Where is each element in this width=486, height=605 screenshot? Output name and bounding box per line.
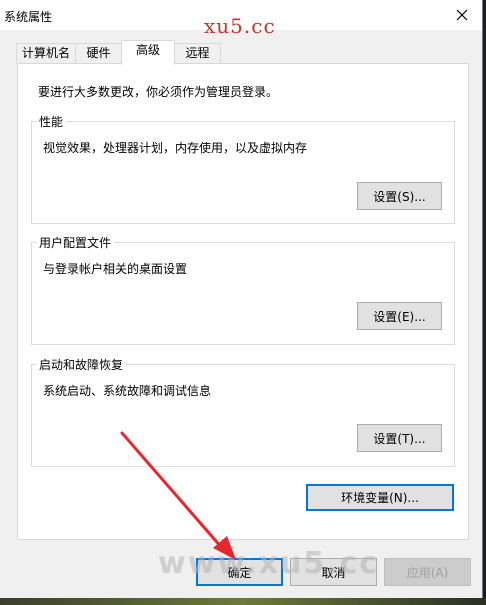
tab-advanced[interactable]: 高级: [121, 40, 175, 65]
close-button[interactable]: [444, 0, 480, 30]
startup-recovery-group-title: 启动和故障恢复: [37, 356, 127, 373]
tab-hardware[interactable]: 硬件: [75, 43, 122, 63]
desktop-background-strip: [0, 598, 486, 605]
performance-description: 视觉效果，处理器计划，内存使用，以及虚拟内存: [43, 141, 308, 155]
user-profiles-group-title: 用户配置文件: [37, 234, 115, 251]
environment-variables-button[interactable]: 环境变量(N)...: [306, 484, 454, 511]
user-profiles-description: 与登录帐户相关的桌面设置: [43, 262, 188, 276]
performance-settings-button[interactable]: 设置(S)...: [357, 182, 442, 210]
watermark-top: xu5.cc: [204, 14, 276, 38]
user-profiles-settings-button[interactable]: 设置(E)...: [357, 302, 442, 330]
startup-recovery-settings-button[interactable]: 设置(T)...: [357, 424, 442, 452]
performance-group-title: 性能: [37, 113, 67, 130]
apply-button[interactable]: 应用(A): [384, 558, 471, 586]
window-title: 系统属性: [4, 10, 53, 24]
tab-computer-name[interactable]: 计算机名: [16, 43, 76, 63]
startup-recovery-description: 系统启动、系统故障和调试信息: [43, 384, 212, 398]
system-properties-window: 系统属性 计算机名 硬件 高级 远程 要进行大多数更改，你必须作为管理员登录。 …: [0, 0, 483, 598]
watermark-bottom: www.xu5.cc: [158, 546, 380, 581]
tab-remote[interactable]: 远程: [174, 43, 221, 63]
close-icon: [456, 9, 468, 21]
admin-notice: 要进行大多数更改，你必须作为管理员登录。: [38, 85, 279, 99]
